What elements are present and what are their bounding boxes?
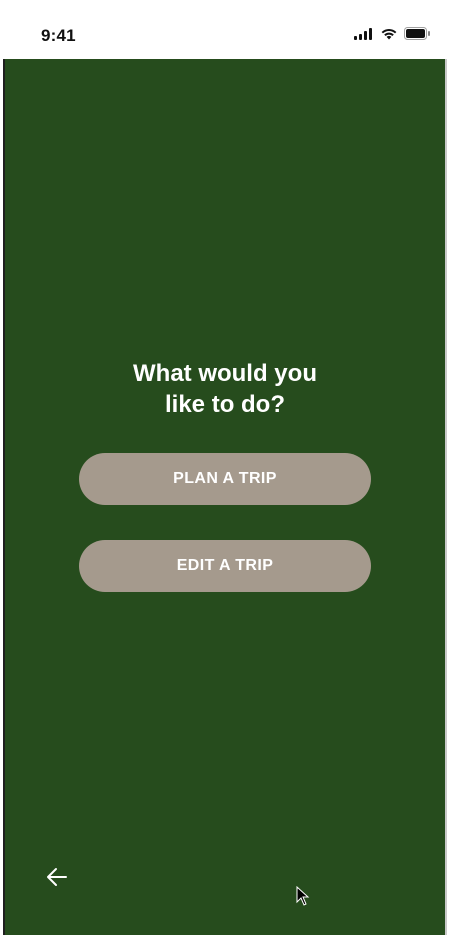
status-icons (354, 27, 431, 40)
page-title: What would you like to do? (0, 358, 450, 420)
page-title-line-2: like to do? (165, 391, 285, 418)
mouse-cursor-icon (296, 886, 310, 906)
arrow-left-icon (47, 868, 67, 886)
back-button[interactable] (44, 865, 70, 889)
signal-icon (354, 27, 372, 40)
battery-icon (404, 27, 430, 40)
status-time: 9:41 (41, 26, 76, 45)
edit-a-trip-button[interactable]: EDIT A TRIP (79, 540, 371, 592)
plan-a-trip-button[interactable]: PLAN A TRIP (79, 453, 371, 505)
wifi-icon (381, 28, 397, 40)
status-bar: 9:41 (3, 7, 447, 59)
page-title-line-1: What would you (133, 360, 317, 387)
